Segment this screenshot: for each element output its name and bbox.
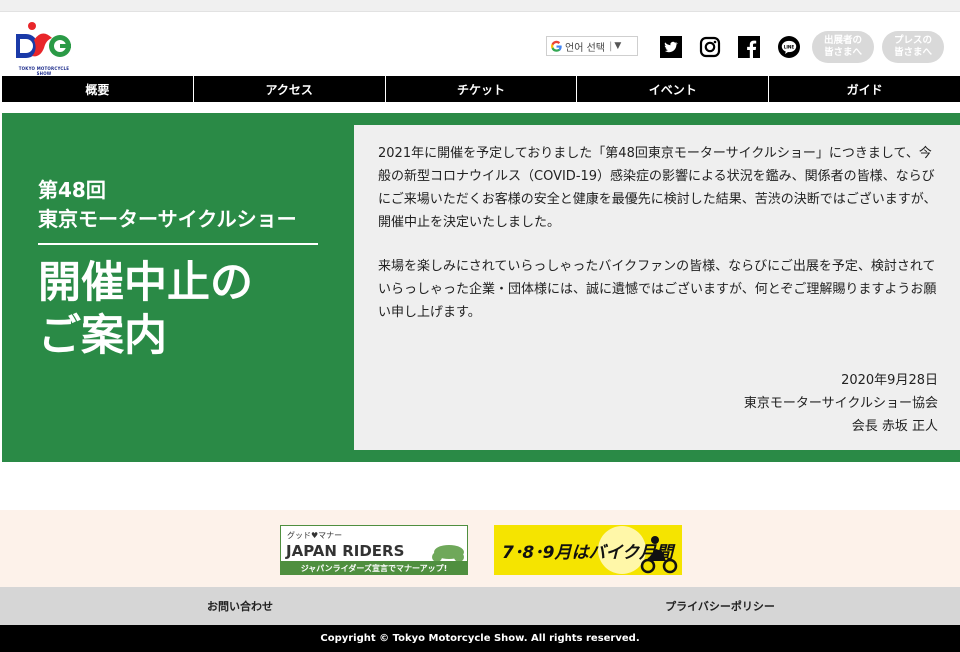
announcement-organization: 東京モーターサイクルショー協会 [743, 396, 938, 411]
hero-subtitle: 第48回 東京モーターサイクルショー [38, 176, 297, 234]
press-button[interactable]: プレスの 皆さまへ [882, 31, 944, 63]
footer-privacy-link[interactable]: プライバシーポリシー [480, 587, 960, 625]
svg-text:LINE: LINE [784, 44, 795, 49]
nav-item-ticket[interactable]: チケット [386, 76, 578, 102]
main-nav: 概要 アクセス チケット イベント ガイド [2, 76, 960, 102]
bike-month-banner[interactable]: 7･8･9月はバイク月間 [494, 525, 682, 575]
facebook-icon[interactable] [738, 36, 760, 58]
language-select-divider: | [608, 40, 613, 52]
logo-mark-icon [16, 22, 71, 58]
announcement-signatory: 会長 赤坂 正人 [851, 419, 938, 434]
logo-text: TOKYO MOTORCYCLE SHOW [18, 66, 70, 76]
site-logo[interactable]: TOKYO MOTORCYCLE SHOW [12, 20, 76, 76]
footer-contact-link[interactable]: お問い合わせ [0, 587, 480, 625]
instagram-icon[interactable] [699, 36, 721, 58]
browser-top-strip [0, 0, 960, 12]
dropdown-arrow-icon: ▼ [614, 41, 622, 51]
hero-divider [38, 243, 318, 245]
line-icon[interactable]: LINE [778, 36, 800, 58]
nav-item-guide[interactable]: ガイド [769, 76, 960, 102]
nav-item-access[interactable]: アクセス [194, 76, 386, 102]
hero-title: 開催中止の ご案内 [38, 258, 253, 361]
press-button-line1: プレスの [893, 35, 932, 46]
banner-area: グッド♥マナー JAPAN RIDERS ジャパンライダーズ宣言でマナーアップ!… [0, 510, 960, 587]
hero-edition: 第48回 [38, 178, 106, 202]
announcement-paragraph-1: 2021年に開催を予定しておりました「第48回東京モーターサイクルショー」につき… [378, 146, 937, 230]
press-button-line2: 皆さまへ [893, 47, 932, 58]
banner1-bottom-text: ジャパンライダーズ宣言でマナーアップ! [301, 563, 448, 573]
language-select-label: 언어 선택 [565, 42, 605, 54]
language-select[interactable]: 언어 선택 | ▼ [546, 36, 638, 56]
announcement-date: 2020年9月28日 [841, 373, 938, 388]
twitter-icon[interactable] [660, 36, 682, 58]
copyright-text: Copyright © Tokyo Motorcycle Show. All r… [0, 625, 960, 652]
nav-item-overview[interactable]: 概要 [2, 76, 194, 102]
japan-riders-banner[interactable]: グッド♥マナー JAPAN RIDERS ジャパンライダーズ宣言でマナーアップ! [280, 525, 468, 575]
site-header: TOKYO MOTORCYCLE SHOW 언어 선택 | ▼ LINE 出展者… [0, 12, 960, 76]
announcement-paragraph-2: 来場を楽しみにされていらっしゃったバイクファンの皆様、ならびにご出展を予定、検討… [378, 259, 937, 320]
exhibitor-button[interactable]: 出展者の 皆さまへ [812, 31, 874, 63]
footer-links: お問い合わせ プライバシーポリシー [0, 587, 960, 625]
banner1-top-text: グッド♥マナー [287, 530, 342, 540]
motorcycle-icon [432, 545, 464, 562]
google-icon [547, 37, 565, 55]
announcement-signature: 2020年9月28日 東京モーターサイクルショー協会 会長 赤坂 正人 [744, 369, 938, 438]
hero-show-name: 東京モーターサイクルショー [38, 207, 297, 231]
nav-item-event[interactable]: イベント [577, 76, 770, 102]
exhibitor-button-line2: 皆さまへ [823, 47, 862, 58]
announcement-box: 2021年に開催を予定しておりました「第48回東京モーターサイクルショー」につき… [354, 125, 960, 450]
exhibitor-button-line1: 出展者の [823, 35, 862, 46]
banner1-main-text: JAPAN RIDERS [285, 542, 404, 560]
